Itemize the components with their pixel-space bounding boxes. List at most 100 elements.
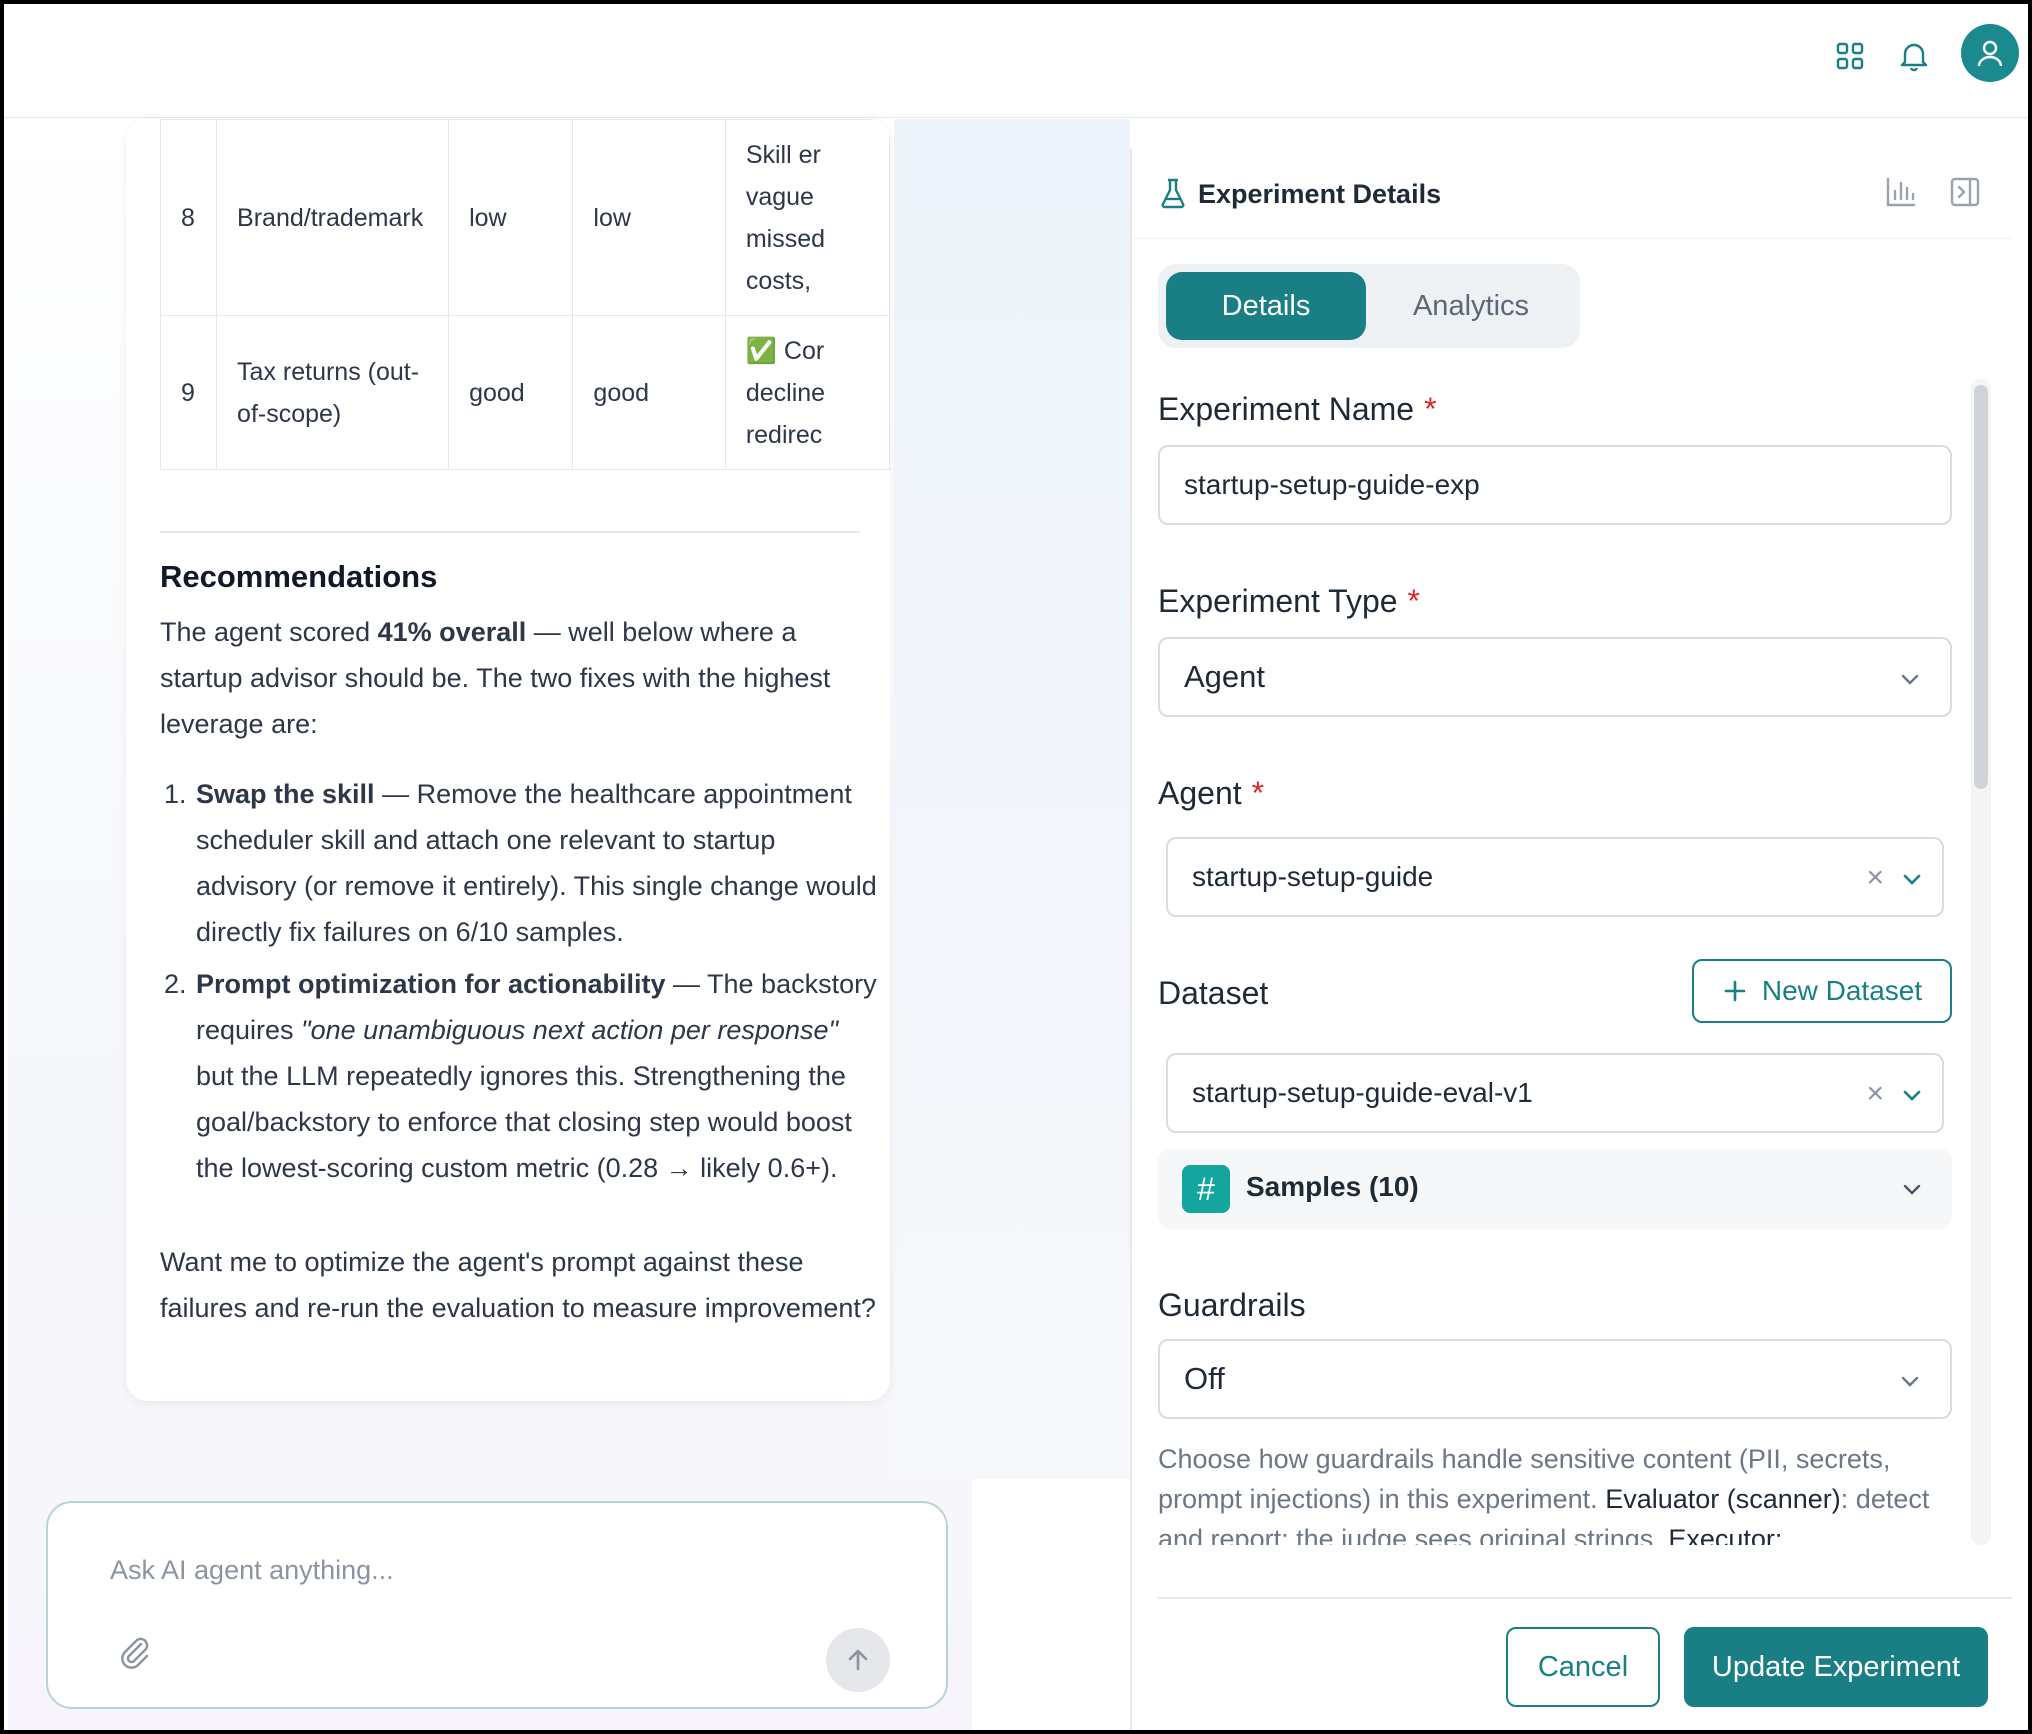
cell-line: costs, [745, 266, 812, 295]
tab-analytics[interactable]: Analytics [1368, 272, 1574, 340]
cell-line: Tax returns (out- [237, 357, 420, 386]
field-value: startup-setup-guide-exp [1184, 469, 1480, 500]
table-cell: 8 [159, 119, 218, 316]
app-window: 8 Brand/trademark low low Skill er vague… [0, 0, 2032, 1734]
user-avatar-icon[interactable] [1961, 24, 2019, 82]
chat-input-placeholder[interactable]: Ask AI agent anything... [110, 1555, 394, 1586]
cell-line: ✅ Cor [745, 336, 825, 365]
collapse-panel-icon[interactable] [1948, 175, 1986, 213]
table-row: 8 Brand/trademark low low Skill er vague… [159, 119, 890, 316]
experiment-type-label: Experiment Type * [1158, 583, 1420, 620]
samples-accordion[interactable]: # Samples (10) [1158, 1149, 1952, 1229]
top-bar [4, 4, 2028, 118]
arrow-up-icon [848, 1649, 868, 1671]
chat-input-box[interactable]: Ask AI agent anything... [46, 1501, 948, 1709]
agent-label: Agent * [1158, 775, 1264, 812]
intro-text: The agent scored [160, 617, 378, 647]
panel-tabs: Details Analytics [1158, 264, 1580, 348]
list-item-title: Swap the skill [196, 779, 375, 809]
required-mark: * [1424, 391, 1437, 427]
cell-line: decline [745, 378, 826, 407]
recommendations-list: 1. Swap the skill — Remove the healthcar… [160, 771, 880, 1197]
select-value: Agent [1184, 659, 1266, 694]
required-mark: * [1407, 583, 1420, 619]
scrollbar-thumb[interactable] [1974, 385, 1988, 789]
divider [160, 531, 860, 533]
update-experiment-button[interactable]: Update Experiment [1684, 1627, 1988, 1707]
panel-header: Experiment Details [1132, 149, 2012, 239]
panel-title: Experiment Details [1198, 179, 1442, 209]
label-text: Experiment Name [1158, 391, 1415, 427]
cell-line: Skill er [745, 140, 821, 169]
clear-icon[interactable]: × [1866, 861, 1884, 895]
results-table: 8 Brand/trademark low low Skill er vague… [159, 119, 890, 470]
table-cell: good [448, 315, 574, 470]
list-item-title: Prompt optimization for actionability [196, 969, 666, 999]
cell-line: of-scope) [237, 399, 342, 428]
recommendations-heading: Recommendations [160, 559, 438, 594]
flask-icon [1160, 177, 1190, 211]
help-executor-label: Executor: [1668, 1524, 1783, 1545]
intro-score: 41% overall [377, 617, 527, 647]
plus-icon [1724, 980, 1746, 1002]
table-cell: good [572, 315, 726, 470]
form-scroll-area: Experiment Name * startup-setup-guide-exp… [1132, 379, 2012, 1545]
dataset-select[interactable]: startup-setup-guide-eval-v1 × [1166, 1053, 1944, 1133]
cancel-button[interactable]: Cancel [1506, 1627, 1660, 1707]
samples-label: Samples (10) [1246, 1171, 1419, 1202]
new-dataset-button[interactable]: New Dataset [1692, 959, 1952, 1023]
tab-details[interactable]: Details [1166, 272, 1366, 340]
recommendations-closing: Want me to optimize the agent's prompt a… [160, 1247, 876, 1323]
list-item-quote: "one unambiguous next action per respons… [301, 1015, 839, 1045]
experiment-type-select[interactable]: Agent [1158, 637, 1952, 717]
table-cell: low [572, 119, 726, 316]
new-dataset-label: New Dataset [1761, 975, 1923, 1006]
chevron-down-icon[interactable] [1900, 1177, 1924, 1201]
guardrails-label: Guardrails [1158, 1287, 1306, 1323]
table-cell: low [448, 119, 574, 316]
guardrails-select[interactable]: Off [1158, 1339, 1952, 1419]
table-row: 9 Tax returns (out- of-scope) good good … [159, 315, 890, 470]
grid-icon[interactable] [1828, 34, 1872, 78]
chevron-down-icon[interactable] [1900, 1083, 1924, 1107]
cell-line: missed [745, 224, 826, 253]
hash-icon: # [1182, 1165, 1230, 1213]
select-value: startup-setup-guide-eval-v1 [1192, 1077, 1533, 1108]
select-value: Off [1184, 1361, 1225, 1396]
agent-select[interactable]: startup-setup-guide × [1166, 837, 1944, 917]
paperclip-icon[interactable] [116, 1633, 156, 1673]
send-button[interactable] [826, 1628, 890, 1692]
table-cell: Brand/trademark [216, 119, 450, 316]
label-text: Agent [1158, 775, 1242, 811]
results-table-wrapper: 8 Brand/trademark low low Skill er vague… [126, 119, 890, 624]
cell-line: redirec [745, 420, 823, 449]
dataset-label: Dataset [1158, 975, 1269, 1011]
clear-icon[interactable]: × [1866, 1077, 1884, 1111]
label-text: Experiment Type [1158, 583, 1398, 619]
list-item: 2. Prompt optimization for actionability… [160, 961, 880, 1191]
bell-icon[interactable] [1892, 34, 1936, 78]
experiment-details-panel: Experiment Details Details Analytics Exp… [1130, 149, 2028, 1730]
chevron-down-icon[interactable] [1900, 867, 1924, 891]
bar-chart-icon[interactable] [1884, 175, 1922, 213]
experiment-name-field[interactable]: startup-setup-guide-exp [1158, 445, 1952, 525]
required-mark: * [1251, 775, 1265, 811]
recommendations-intro: The agent scored 41% overall — well belo… [160, 609, 880, 747]
help-evaluator-label: Evaluator (scanner) [1605, 1484, 1841, 1514]
experiment-name-label: Experiment Name * [1158, 391, 1437, 428]
select-value: startup-setup-guide [1192, 861, 1434, 892]
footer-divider [1158, 1597, 2012, 1599]
table-cell: ✅ Cor decline redirec [724, 315, 890, 470]
scrollbar[interactable] [1971, 379, 1991, 1545]
list-number: 2. [164, 969, 187, 999]
chevron-down-icon [1901, 1376, 1919, 1387]
chevron-down-icon [1901, 674, 1919, 685]
cell-line: vague [745, 182, 814, 211]
table-cell: Skill er vague missed costs, [724, 119, 890, 316]
chat-background [894, 119, 1130, 1479]
table-cell: Tax returns (out- of-scope) [216, 315, 450, 470]
guardrails-help-text: Choose how guardrails handle sensitive c… [1158, 1439, 1948, 1545]
assistant-message: 8 Brand/trademark low low Skill er vague… [126, 119, 890, 1401]
list-number: 1. [164, 779, 187, 809]
list-item: 1. Swap the skill — Remove the healthcar… [160, 771, 880, 955]
